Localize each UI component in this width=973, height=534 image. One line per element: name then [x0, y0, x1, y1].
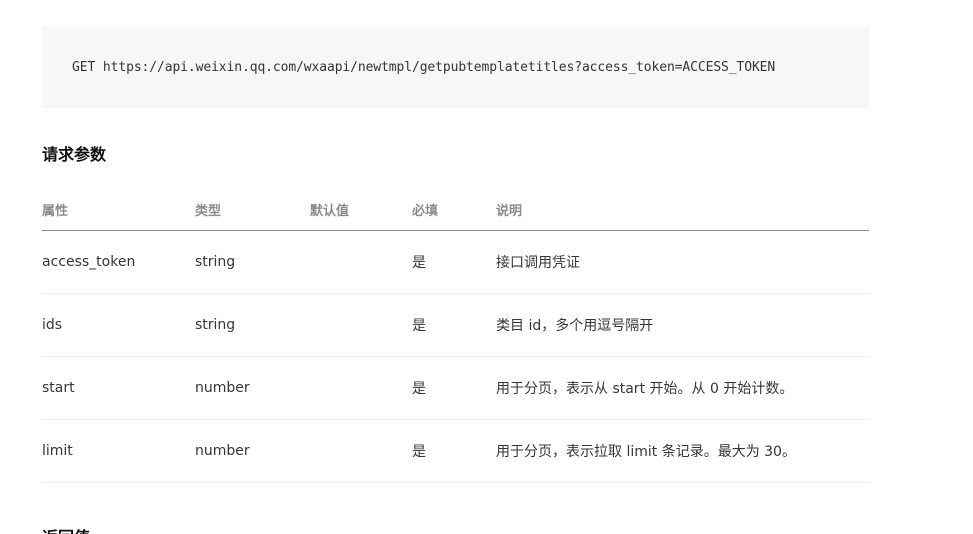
table-header-row: 属性 类型 默认值 必填 说明 [42, 189, 869, 231]
param-required: 是 [412, 356, 496, 420]
param-name: limit [42, 419, 195, 483]
param-description: 用于分页，表示拉取 limit 条记录。最大为 30。 [496, 419, 869, 483]
param-name: access_token [42, 230, 195, 294]
params-table: 属性 类型 默认值 必填 说明 access_token string 是 接口… [42, 189, 869, 483]
param-default [310, 419, 412, 483]
param-type: number [195, 356, 310, 420]
param-type: number [195, 419, 310, 483]
param-name: ids [42, 293, 195, 357]
table-row: access_token string 是 接口调用凭证 [42, 230, 869, 294]
param-type: string [195, 293, 310, 357]
table-row: limit number 是 用于分页，表示拉取 limit 条记录。最大为 3… [42, 419, 869, 483]
param-required: 是 [412, 419, 496, 483]
param-description: 类目 id，多个用逗号隔开 [496, 293, 869, 357]
param-default [310, 356, 412, 420]
request-code-block: GET https://api.weixin.qq.com/wxaapi/new… [42, 26, 869, 108]
section-title-return: 返回值 [42, 524, 90, 534]
section-title-params: 请求参数 [42, 145, 107, 164]
access-token-doc-link[interactable]: 接口调用凭证 [496, 230, 869, 294]
table-row: ids string 是 类目 id，多个用逗号隔开 [42, 293, 869, 357]
param-default [310, 230, 412, 294]
param-required: 是 [412, 293, 496, 357]
param-required: 是 [412, 230, 496, 294]
api-doc-page: GET https://api.weixin.qq.com/wxaapi/new… [0, 0, 973, 534]
request-url: GET https://api.weixin.qq.com/wxaapi/new… [72, 59, 776, 75]
column-header-description: 说明 [496, 189, 869, 231]
param-type: string [195, 230, 310, 294]
param-description: 用于分页，表示从 start 开始。从 0 开始计数。 [496, 356, 869, 420]
column-header-property: 属性 [42, 189, 195, 231]
column-header-type: 类型 [195, 189, 310, 231]
column-header-required: 必填 [412, 189, 496, 231]
table-row: start number 是 用于分页，表示从 start 开始。从 0 开始计… [42, 356, 869, 420]
column-header-default: 默认值 [310, 189, 412, 231]
param-name: start [42, 356, 195, 420]
param-default [310, 293, 412, 357]
